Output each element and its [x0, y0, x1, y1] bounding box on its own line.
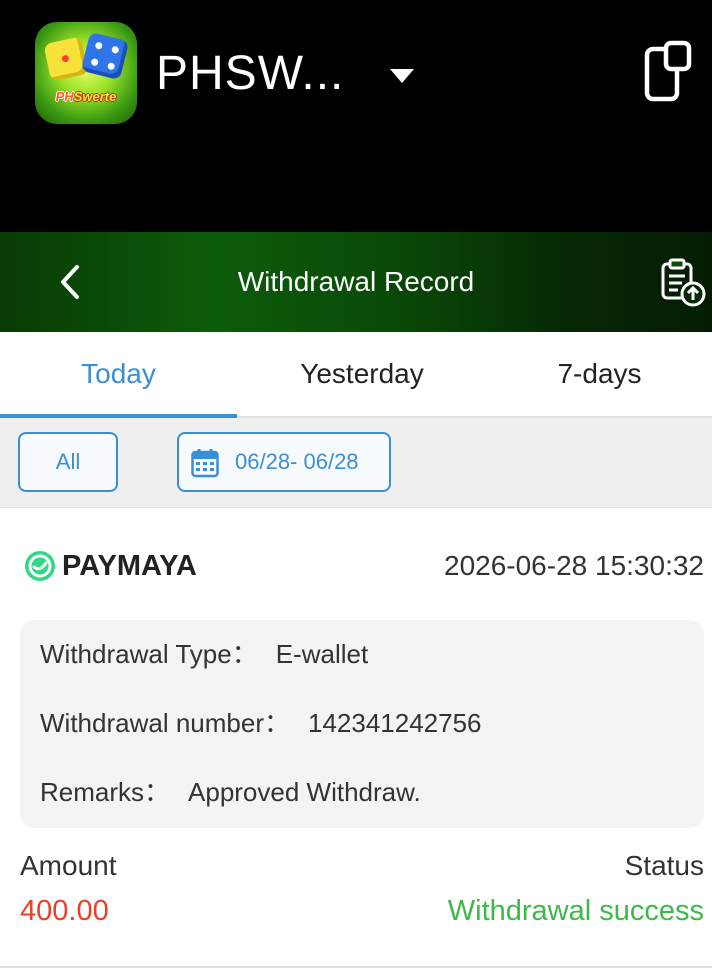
withdrawal-number-value: 142341242756 — [307, 708, 482, 738]
page-header: Withdrawal Record — [0, 232, 712, 332]
logo-text-suffix: Swerte — [73, 89, 117, 104]
status-value: Withdrawal success — [447, 895, 704, 927]
record-timestamp: 2026-06-28 15:30:32 — [444, 550, 704, 581]
tab-7-days[interactable]: 7-days — [487, 332, 712, 418]
amount-label: Amount — [20, 850, 117, 881]
logo-die-blue — [80, 31, 130, 81]
paymaya-icon — [25, 551, 55, 581]
filter-bar: All 06/28- 06/28 — [0, 418, 712, 508]
tab-bar: Today Yesterday 7-days — [0, 332, 712, 418]
tab-yesterday[interactable]: Yesterday — [237, 332, 487, 418]
filter-all-button[interactable]: All — [18, 432, 118, 492]
withdrawal-type-label: Withdrawal Type： — [40, 639, 258, 669]
caret-down-icon[interactable] — [388, 66, 416, 86]
remarks-value: Approved Withdraw. — [188, 777, 421, 807]
window-switch-icon[interactable] — [644, 40, 692, 102]
withdrawal-type-value: E-wallet — [275, 639, 369, 669]
status-label: Status — [624, 850, 704, 881]
calendar-icon — [191, 449, 219, 478]
withdrawal-type-row: Withdrawal Type： E-wallet — [40, 636, 368, 672]
logo-die-yellow — [43, 36, 89, 82]
remarks-label: Remarks： — [40, 777, 171, 807]
page-title: Withdrawal Record — [237, 266, 475, 297]
app-title[interactable]: PHSW... — [156, 48, 344, 100]
withdrawal-record[interactable]: PAYMAYA 2026-06-28 15:30:32 Withdrawal T… — [0, 508, 712, 968]
logo-text-prefix: PH — [55, 89, 74, 104]
withdrawal-number-label: Withdrawal number： — [40, 708, 290, 738]
record-details: Withdrawal Type： E-wallet Withdrawal numb… — [20, 620, 704, 828]
date-range-button[interactable]: 06/28- 06/28 — [177, 432, 391, 492]
tab-today[interactable]: Today — [0, 332, 237, 418]
payment-method: PAYMAYA — [62, 550, 197, 582]
date-range-text: 06/28- 06/28 — [235, 449, 359, 474]
withdrawal-number-row: Withdrawal number： 142341242756 — [40, 705, 482, 741]
divider — [0, 966, 712, 968]
remarks-row: Remarks： Approved Withdraw. — [40, 774, 421, 810]
amount-value: 400.00 — [20, 895, 109, 927]
clipboard-upload-icon[interactable] — [658, 258, 708, 308]
app-logo[interactable]: PHSwerte — [35, 22, 137, 124]
app-bar: PHSwerte PHSW... — [0, 0, 712, 232]
logo-text: PHSwerte — [35, 89, 137, 104]
